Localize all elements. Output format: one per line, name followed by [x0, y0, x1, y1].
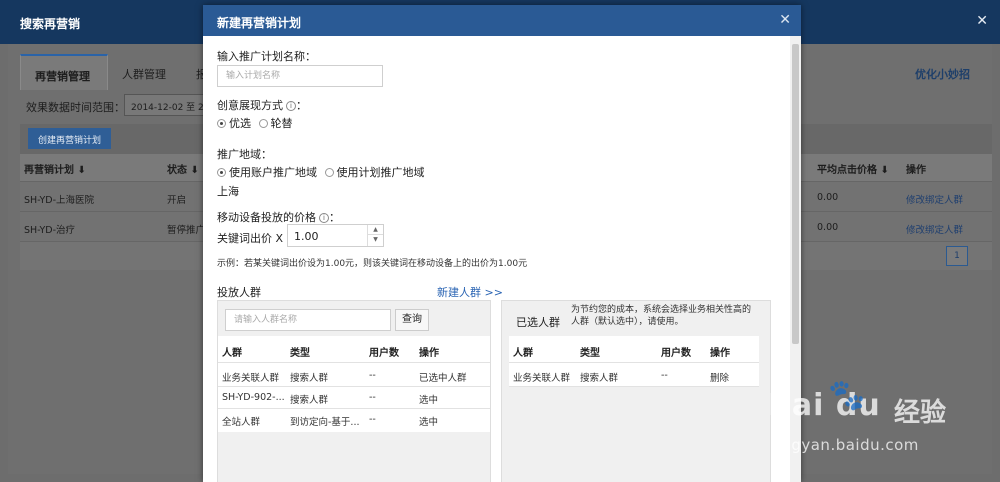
watermark-brand: 经验 — [894, 398, 947, 428]
dialog-header: 新建再营销计划 ✕ — [203, 5, 801, 36]
available-row-name: 业务关联人群 — [222, 373, 280, 384]
select-audience-link[interactable]: 选中 — [419, 414, 438, 428]
price-example-text: 示例：若某关键词出价设为1.00元，则该关键词在移动设备上的出价为1.00元 — [217, 259, 528, 269]
row-divider — [509, 386, 759, 387]
creative-mode-label: 创意展现方式 i： — [217, 99, 307, 112]
row-plan-name: SH-YD-治疗 — [24, 225, 76, 236]
edit-bound-audience-link[interactable]: 修改绑定人群 — [906, 222, 963, 236]
available-row-type: 到访定向-基于... — [290, 417, 360, 428]
region-option-plan[interactable]: 使用计划推广地域 — [324, 166, 425, 179]
selected-column-users: 用户数 — [661, 348, 691, 359]
selected-audience-note: 为节约您的成本，系统会选择业务相关性高的人群（默认选中），请使用。 — [571, 305, 752, 327]
select-audience-link[interactable]: 选中 — [419, 392, 438, 406]
close-icon[interactable]: ✕ — [779, 12, 791, 28]
radio-unchecked-icon — [324, 168, 334, 177]
region-label: 推广地域： — [217, 148, 272, 161]
available-row-name: SH-YD-902-... — [222, 392, 285, 403]
audience-label: 投放人群 — [217, 286, 261, 299]
row-avg-cpc: 0.00 — [817, 222, 839, 233]
selected-row-users: -- — [661, 370, 668, 381]
scrollbar-thumb[interactable] — [792, 44, 799, 344]
new-remarketing-plan-dialog: 新建再营销计划 ✕ 输入推广计划名称： 创意展现方式i： 优选 轮替 推广地域：… — [203, 5, 801, 482]
delete-audience-link[interactable]: 删除 — [710, 370, 729, 384]
available-row-users: -- — [369, 370, 376, 381]
watermark-url: jingyan.baidu.com — [772, 436, 919, 454]
dialog-body: 输入推广计划名称： 创意展现方式i： 优选 轮替 推广地域： 使用账户推广地域 … — [203, 36, 788, 482]
row-avg-cpc: 0.00 — [817, 192, 839, 203]
search-button[interactable]: 查询 — [395, 309, 429, 331]
available-row-type: 搜索人群 — [290, 395, 329, 406]
edit-bound-audience-link[interactable]: 修改绑定人群 — [906, 192, 963, 206]
row-status: 暂停推广 — [167, 225, 206, 236]
plan-name-label: 输入推广计划名称： — [217, 50, 316, 63]
selected-column-audience: 人群 — [513, 348, 533, 359]
background-window-title: 搜索再营销 — [20, 17, 81, 31]
radio-checked-icon — [217, 168, 226, 177]
tab-audience-management[interactable]: 人群管理 — [108, 54, 184, 90]
available-row-name: 全站人群 — [222, 417, 261, 428]
column-plan-name[interactable]: 再营销计划 ⬇ — [24, 161, 86, 176]
column-actions: 操作 — [906, 165, 926, 176]
radio-checked-icon — [217, 119, 226, 128]
info-icon[interactable]: i — [319, 213, 329, 223]
available-column-audience: 人群 — [222, 348, 242, 359]
date-range-picker[interactable]: 2014-12-02 至 2014-12-08 — [124, 94, 214, 116]
radio-unchecked-icon — [258, 119, 268, 128]
mobile-price-value[interactable]: 1.00 — [294, 230, 319, 243]
row-divider — [218, 408, 490, 409]
mobile-price-stepper[interactable]: 1.00 ▲ ▼ — [287, 224, 384, 247]
selected-column-action: 操作 — [710, 348, 730, 359]
row-plan-name: SH-YD-上海医院 — [24, 195, 95, 206]
row-divider — [218, 362, 490, 363]
column-avg-cpc[interactable]: 平均点击价格 ⬇ — [817, 161, 889, 176]
row-divider — [509, 362, 759, 363]
pagination-page-1[interactable]: 1 — [946, 246, 968, 266]
new-audience-link[interactable]: 新建人群 >> — [437, 284, 503, 300]
creative-option-rotate[interactable]: 轮替 — [258, 117, 293, 130]
background-close-icon[interactable]: ✕ — [976, 13, 988, 29]
creative-option-preferred[interactable]: 优选 — [217, 117, 251, 130]
available-column-action: 操作 — [419, 348, 439, 359]
creative-mode-options: 优选 轮替 — [217, 115, 297, 131]
paw-icon: 🐾 — [828, 378, 866, 413]
stepper-up-icon[interactable]: ▲ — [368, 225, 383, 235]
mobile-price-label: 移动设备投放的价格 i： — [217, 211, 340, 224]
available-row-users: -- — [369, 392, 376, 403]
optimization-tips-link[interactable]: 优化小妙招 — [915, 66, 970, 82]
row-status: 开启 — [167, 195, 187, 206]
plan-name-input[interactable] — [217, 65, 383, 87]
selected-audience-title: 已选人群 — [516, 316, 560, 329]
date-range-label: 效果数据时间范围： — [26, 101, 125, 114]
available-column-type: 类型 — [290, 348, 310, 359]
available-row-users: -- — [369, 414, 376, 425]
create-remarketing-plan-button[interactable]: 创建再营销计划 — [28, 128, 112, 149]
stepper-buttons: ▲ ▼ — [367, 225, 383, 246]
stepper-down-icon[interactable]: ▼ — [368, 235, 383, 245]
column-status[interactable]: 状态 ⬇ — [167, 161, 199, 176]
baidu-jingyan-watermark: Bai du 🐾 经验 jingyan.baidu.com — [768, 378, 978, 468]
available-row-type: 搜索人群 — [290, 373, 329, 384]
region-option-account[interactable]: 使用账户推广地域 — [217, 166, 317, 179]
audience-search-input[interactable] — [225, 309, 391, 331]
available-column-users: 用户数 — [369, 348, 399, 359]
dialog-title: 新建再营销计划 — [217, 16, 302, 30]
keyword-price-label: 关键词出价 X — [217, 232, 284, 245]
selected-row-name: 业务关联人群 — [513, 373, 571, 384]
available-row-selected-status: 已选中人群 — [419, 373, 467, 384]
region-options: 使用账户推广地域 使用计划推广地域 — [217, 164, 429, 180]
info-icon[interactable]: i — [286, 101, 296, 111]
region-value: 上海 — [217, 185, 239, 198]
selected-column-type: 类型 — [580, 348, 600, 359]
selected-row-type: 搜索人群 — [580, 373, 619, 384]
tab-remarketing-management[interactable]: 再营销管理 — [20, 54, 108, 90]
row-divider — [218, 386, 490, 387]
